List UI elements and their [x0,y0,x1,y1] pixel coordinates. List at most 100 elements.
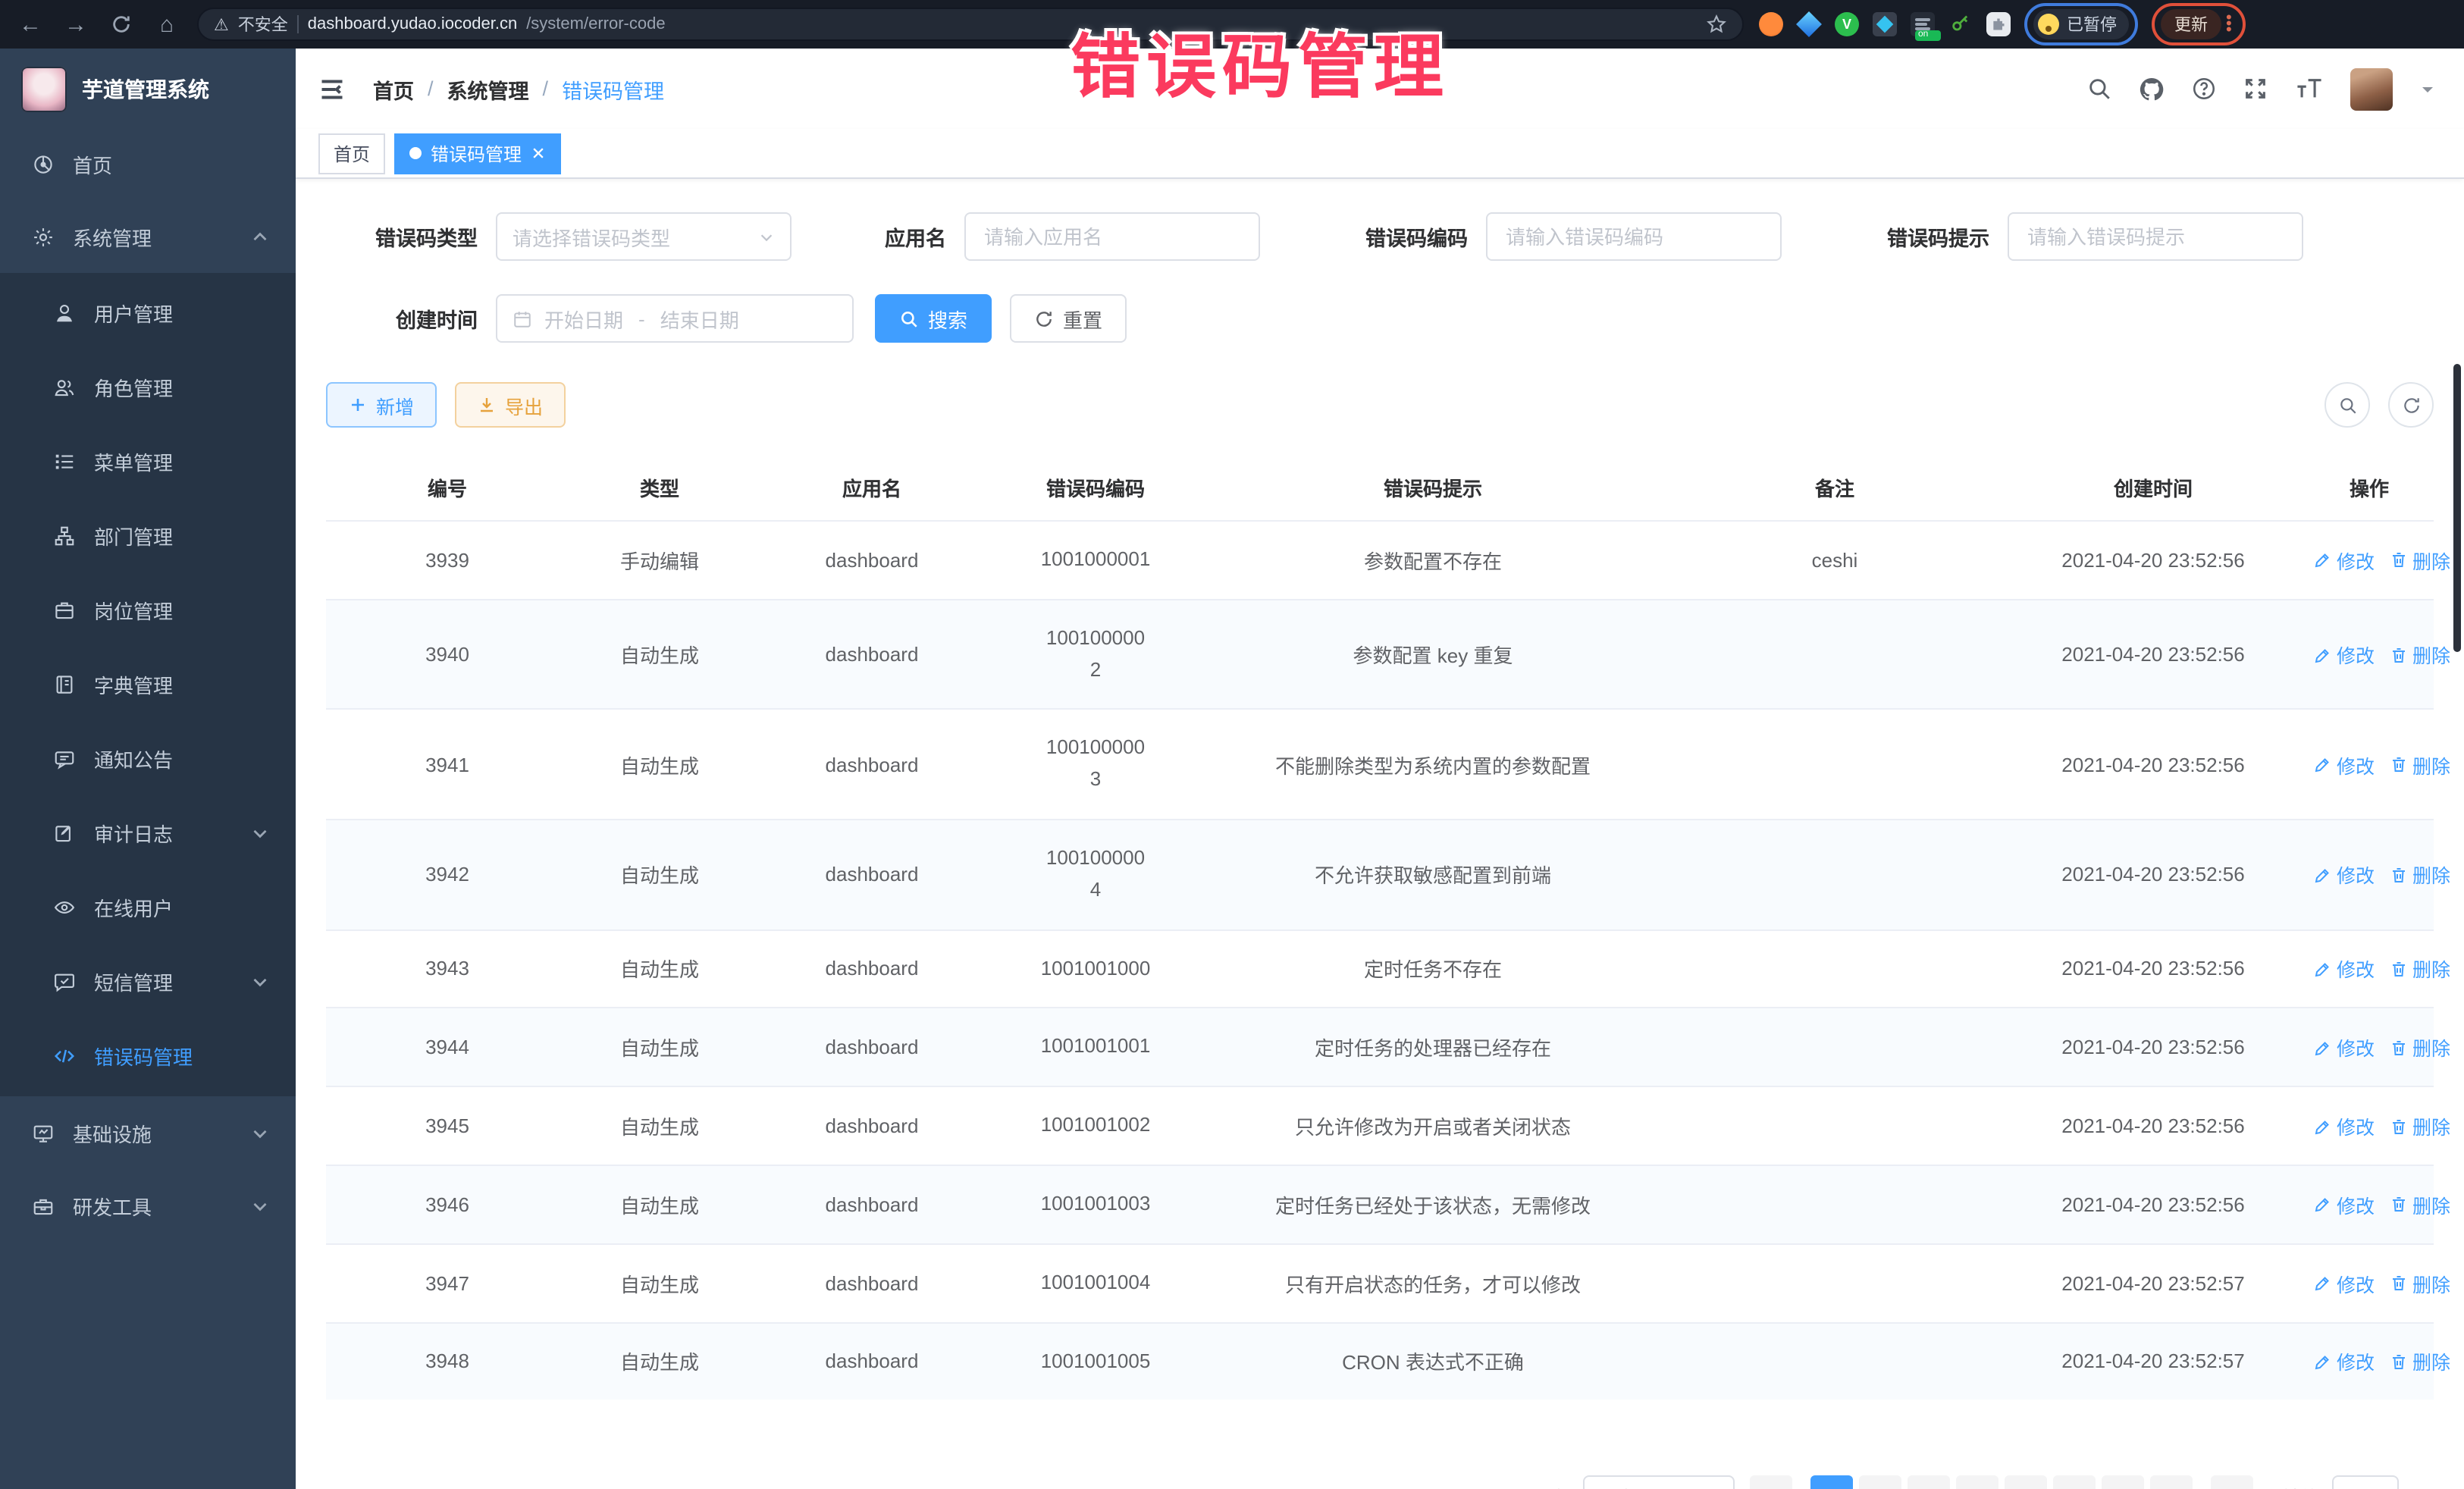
sidebar-item-label: 字典管理 [94,670,271,699]
edit-link-label: 修改 [2337,750,2375,779]
header-search-icon[interactable] [2086,76,2112,102]
sidebar-item-role[interactable]: 角色管理 [0,350,296,425]
extension-key-icon[interactable] [1948,12,1973,36]
sidebar-item-system[interactable]: 系统管理 [0,200,296,273]
browser-forward-icon[interactable]: → [61,11,91,37]
add-button[interactable]: 新增 [326,382,437,428]
edit-link[interactable]: 修改 [2314,750,2375,779]
page-button-6[interactable]: 6 [2053,1476,2096,1489]
breadcrumb-item[interactable]: 首页 [373,74,414,104]
address-bar[interactable]: ⚠ 不安全 dashboard.yudao.iocoder.cn /system… [197,8,1744,41]
app-logo-row[interactable]: 芋道管理系统 [0,49,296,127]
page-tab-inactive[interactable]: 首页 [318,133,385,174]
sidebar-item-menu[interactable]: 菜单管理 [0,425,296,499]
browser-update-button[interactable]: 更新 [2161,9,2221,39]
extension-ghost-icon[interactable] [1759,12,1783,36]
close-tab-icon[interactable] [531,146,546,161]
sidebar-item-infra[interactable]: 基础设施 [0,1096,296,1169]
refresh-table-button[interactable] [2388,382,2434,428]
breadcrumb-separator: / [428,77,434,100]
delete-link[interactable]: 删除 [2390,546,2450,575]
github-icon[interactable] [2138,75,2165,102]
export-button[interactable]: 导出 [455,382,566,428]
collapse-sidebar-icon[interactable] [318,75,346,102]
sidebar-item-devtools[interactable]: 研发工具 [0,1169,296,1242]
page-tab-active[interactable]: 错误码管理 [394,133,561,174]
next-page-button[interactable] [2211,1476,2253,1489]
prev-page-button[interactable] [1750,1476,1792,1489]
sidebar-item-post[interactable]: 岗位管理 [0,573,296,647]
app-name-input[interactable] [981,224,1243,249]
more-pages-button[interactable]: ••• [2102,1476,2144,1489]
edit-link[interactable]: 修改 [2314,1190,2375,1219]
extension-grid-icon[interactable] [1873,12,1897,36]
delete-link[interactable]: 删除 [2390,640,2450,669]
sidebar-item-home[interactable]: 首页 [0,127,296,200]
column-header: 类型 [569,455,751,521]
delete-link[interactable]: 删除 [2390,1268,2450,1297]
sidebar-item-error-code[interactable]: 错误码管理 [0,1019,296,1093]
delete-link[interactable]: 删除 [2390,1111,2450,1140]
delete-link[interactable]: 删除 [2390,1347,2450,1376]
error-code-input[interactable] [1503,224,1765,249]
date-range-picker[interactable]: 开始日期 - 结束日期 [496,294,854,343]
delete-link[interactable]: 删除 [2390,1033,2450,1062]
sidebar-item-dept[interactable]: 部门管理 [0,499,296,573]
page-size-select[interactable]: 10条/页 [1583,1476,1735,1489]
sidebar-menu: 首页系统管理用户管理角色管理菜单管理部门管理岗位管理字典管理通知公告审计日志在线… [0,127,296,1242]
reset-button[interactable]: 重置 [1010,294,1127,343]
delete-link[interactable]: 删除 [2390,860,2450,889]
page-button-8[interactable]: 8 [2150,1476,2193,1489]
sidebar-item-dict[interactable]: 字典管理 [0,647,296,722]
edit-link[interactable]: 修改 [2314,640,2375,669]
edit-link[interactable]: 修改 [2314,1268,2375,1297]
sidebar-item-online-user[interactable]: 在线用户 [0,870,296,945]
extension-switch-icon[interactable]: on [1911,12,1935,36]
browser-menu-icon[interactable]: ••• [2226,15,2232,33]
breadcrumb-item[interactable]: 系统管理 [447,74,529,104]
sidebar-item-user[interactable]: 用户管理 [0,276,296,350]
error-type-select[interactable]: 请选择错误码类型 [496,212,792,261]
show-search-toggle-button[interactable] [2324,382,2370,428]
window-scrollbar-thumb[interactable] [2453,364,2461,652]
delete-link[interactable]: 删除 [2390,955,2450,983]
page-button-3[interactable]: 3 [1908,1476,1950,1489]
page-button-1[interactable]: 1 [1810,1476,1853,1489]
edit-link[interactable]: 修改 [2314,1111,2375,1140]
sidebar-item-notice[interactable]: 通知公告 [0,722,296,796]
bookmark-star-icon[interactable] [1706,14,1727,35]
edit-link[interactable]: 修改 [2314,860,2375,889]
browser-reload-icon[interactable] [106,14,136,35]
help-icon[interactable] [2191,76,2217,102]
delete-link[interactable]: 删除 [2390,750,2450,779]
browser-back-icon[interactable]: ← [15,11,45,37]
page-button-4[interactable]: 4 [1956,1476,1998,1489]
avatar-caret-icon[interactable] [2419,80,2437,98]
browser-home-icon[interactable]: ⌂ [152,11,182,37]
sidebar-item-audit-log[interactable]: 审计日志 [0,796,296,870]
delete-link[interactable]: 删除 [2390,1190,2450,1219]
fullscreen-icon[interactable] [2243,76,2268,102]
extensions-puzzle-icon[interactable] [1986,12,2011,36]
edit-link[interactable]: 修改 [2314,955,2375,983]
gear-icon [30,225,55,248]
chat-icon [52,970,76,993]
error-hint-label: 错误码提示 [1845,221,1989,252]
search-button[interactable]: 搜索 [875,294,992,343]
error-hint-input[interactable] [2024,224,2287,249]
sidebar-item-sms[interactable]: 短信管理 [0,945,296,1019]
font-size-icon[interactable] [2294,76,2324,102]
edit-link[interactable]: 修改 [2314,1033,2375,1062]
user-avatar[interactable] [2350,67,2393,110]
edit-link[interactable]: 修改 [2314,546,2375,575]
trash-icon [2390,1117,2408,1135]
page-button-2[interactable]: 2 [1859,1476,1901,1489]
pencil-icon [2314,1196,2332,1214]
search-icon [899,309,919,328]
extension-v-icon[interactable]: V [1835,12,1859,36]
edit-link[interactable]: 修改 [2314,1347,2375,1376]
extension-gem-icon[interactable] [1797,12,1821,36]
profile-paused-chip[interactable]: 已暂停 [2033,9,2129,39]
goto-page-input[interactable] [2332,1476,2399,1489]
page-button-5[interactable]: 5 [2005,1476,2047,1489]
